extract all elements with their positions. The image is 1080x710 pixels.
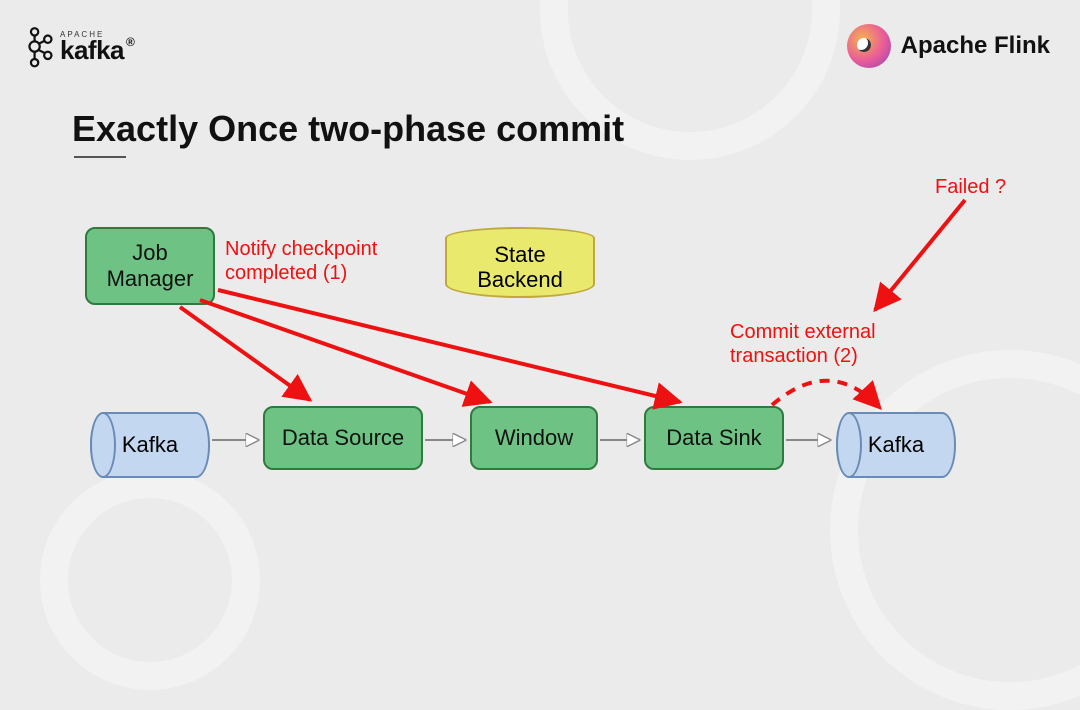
node-window: Window — [470, 406, 598, 470]
bg-decor-circle — [830, 350, 1080, 710]
flink-squirrel-icon — [847, 24, 891, 68]
kafka-sink-label: Kafka — [868, 432, 924, 458]
bg-decor-circle — [40, 470, 260, 690]
node-kafka-sink: Kafka — [836, 412, 956, 478]
node-job-manager: Job Manager — [85, 227, 215, 305]
node-data-source: Data Source — [263, 406, 423, 470]
arrow-failed — [875, 200, 965, 310]
state-backend-label: State Backend — [477, 242, 563, 293]
annotation-commit-transaction: Commit external transaction (2) — [730, 320, 876, 368]
kafka-logo-text: kafka® — [60, 35, 134, 65]
arrow-jm-to-source — [180, 307, 310, 400]
node-kafka-source: Kafka — [90, 412, 210, 478]
annotation-notify-checkpoint: Notify checkpoint completed (1) — [225, 237, 377, 285]
title-underline — [74, 156, 126, 158]
kafka-icon — [24, 26, 54, 70]
apache-flink-logo: Apache Flink — [847, 24, 1050, 68]
apache-kafka-logo: APACHE kafka® — [24, 26, 134, 70]
arrow-jm-to-window — [200, 300, 490, 402]
node-state-backend: State Backend — [445, 227, 595, 313]
arrow-commit-external — [772, 381, 880, 408]
slide-title: Exactly Once two-phase commit — [72, 108, 624, 150]
flink-logo-text: Apache Flink — [901, 32, 1050, 60]
kafka-source-label: Kafka — [122, 432, 178, 458]
annotation-failed: Failed ? — [935, 175, 1006, 199]
node-data-sink: Data Sink — [644, 406, 784, 470]
